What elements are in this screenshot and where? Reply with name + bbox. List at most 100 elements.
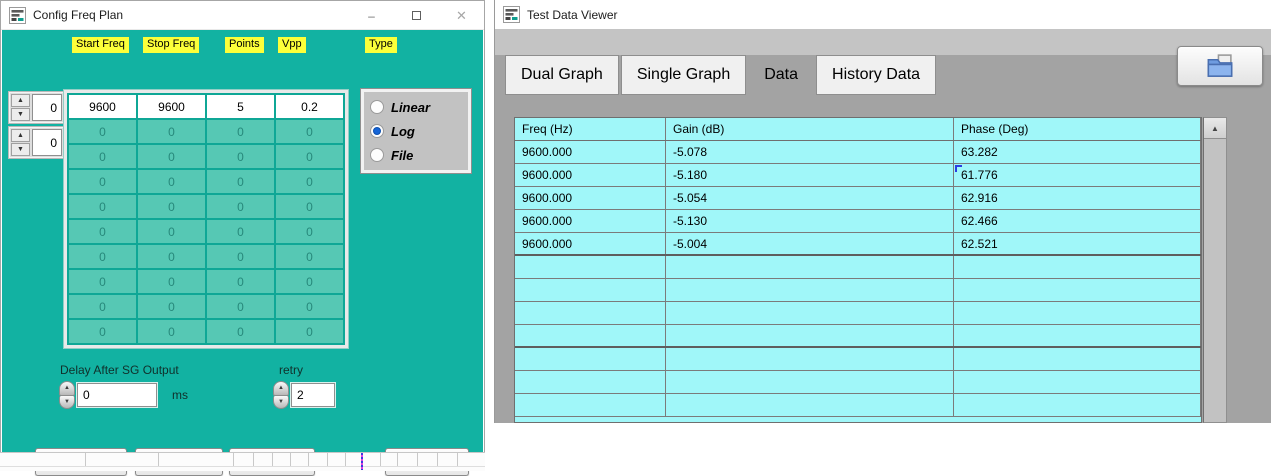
freq-table-cell-r2-c3[interactable]: 0 [276, 145, 343, 168]
tab-history-data[interactable]: History Data [816, 55, 936, 95]
freq-table-cell-r9-c1[interactable]: 0 [138, 320, 205, 343]
table-cell-r0-c0[interactable]: 9600.000 [515, 141, 666, 163]
table-cell-r5-c0[interactable] [515, 256, 666, 278]
table-cell-r11-c0[interactable] [515, 394, 666, 416]
freq-table-cell-r6-c1[interactable]: 0 [138, 245, 205, 268]
freq-table-cell-r2-c1[interactable]: 0 [138, 145, 205, 168]
freq-table-cell-r2-c2[interactable]: 0 [207, 145, 274, 168]
table-cell-r9-c0[interactable] [515, 348, 666, 370]
table-cell-r5-c1[interactable] [666, 256, 954, 278]
type-option-file[interactable]: File [370, 148, 462, 163]
table-cell-r2-c2[interactable]: 62.916 [954, 187, 1201, 209]
freq-table-cell-r4-c1[interactable]: 0 [138, 195, 205, 218]
table-cell-r0-c1[interactable]: -5.078 [666, 141, 954, 163]
table-cell-r3-c2[interactable]: 62.466 [954, 210, 1201, 232]
freq-table-cell-r3-c3[interactable]: 0 [276, 170, 343, 193]
freq-table-cell-r8-c2[interactable]: 0 [207, 295, 274, 318]
table-cell-r8-c2[interactable] [954, 325, 1201, 346]
table-cell-r0-c2[interactable]: 63.282 [954, 141, 1201, 163]
type-option-linear[interactable]: Linear [370, 100, 462, 115]
table-cell-r8-c1[interactable] [666, 325, 954, 346]
table-cell-r11-c1[interactable] [666, 394, 954, 416]
table-cell-r4-c1[interactable]: -5.004 [666, 233, 954, 254]
freq-table-cell-r1-c1[interactable]: 0 [138, 120, 205, 143]
close-button[interactable]: ✕ [439, 1, 484, 30]
freq-table-cell-r4-c0[interactable]: 0 [69, 195, 136, 218]
table-cell-r5-c2[interactable] [954, 256, 1201, 278]
table-cell-r7-c2[interactable] [954, 302, 1201, 324]
maximize-button[interactable] [394, 1, 439, 30]
freq-table-cell-r0-c0[interactable]: 9600 [69, 95, 136, 118]
table-cell-r11-c2[interactable] [954, 394, 1201, 416]
side-spinner-value[interactable]: 0 [32, 129, 62, 156]
spinner-down-button[interactable]: ▼ [11, 143, 30, 156]
table-cell-r1-c1[interactable]: -5.180 [666, 164, 954, 186]
table-cell-r10-c0[interactable] [515, 371, 666, 393]
freq-table-cell-r9-c3[interactable]: 0 [276, 320, 343, 343]
tab-single-graph[interactable]: Single Graph [621, 55, 746, 95]
table-cell-r3-c1[interactable]: -5.130 [666, 210, 954, 232]
freq-table-cell-r3-c0[interactable]: 0 [69, 170, 136, 193]
freq-table-cell-r8-c1[interactable]: 0 [138, 295, 205, 318]
type-option-log[interactable]: Log [370, 124, 462, 139]
table-cell-r10-c2[interactable] [954, 371, 1201, 393]
freq-table-cell-r2-c0[interactable]: 0 [69, 145, 136, 168]
freq-table-cell-r7-c0[interactable]: 0 [69, 270, 136, 293]
side-spinner-value[interactable]: 0 [32, 94, 62, 121]
table-cell-r7-c1[interactable] [666, 302, 954, 324]
delay-increment-button[interactable]: ▲ [59, 381, 75, 396]
freq-table-cell-r0-c2[interactable]: 5 [207, 95, 274, 118]
minimize-button[interactable]: – [349, 1, 394, 30]
freq-table-cell-r7-c3[interactable]: 0 [276, 270, 343, 293]
tab-dual-graph[interactable]: Dual Graph [505, 55, 619, 95]
freq-table-cell-r5-c3[interactable]: 0 [276, 220, 343, 243]
table-cell-r10-c1[interactable] [666, 371, 954, 393]
table-scrollbar[interactable]: ▲ [1203, 117, 1227, 423]
table-cell-r6-c0[interactable] [515, 279, 666, 301]
freq-table-cell-r8-c3[interactable]: 0 [276, 295, 343, 318]
scroll-up-button[interactable]: ▲ [1204, 118, 1226, 139]
spinner-up-button[interactable]: ▲ [11, 129, 30, 142]
freq-table-cell-r4-c2[interactable]: 0 [207, 195, 274, 218]
load-data-button[interactable] [1177, 46, 1263, 86]
freq-table-cell-r0-c1[interactable]: 9600 [138, 95, 205, 118]
retry-input[interactable]: 2 [291, 383, 335, 407]
freq-table-cell-r0-c3[interactable]: 0.2 [276, 95, 343, 118]
freq-table-cell-r5-c0[interactable]: 0 [69, 220, 136, 243]
freq-table-cell-r1-c3[interactable]: 0 [276, 120, 343, 143]
freq-table-cell-r9-c0[interactable]: 0 [69, 320, 136, 343]
table-cell-r9-c1[interactable] [666, 348, 954, 370]
table-cell-r2-c1[interactable]: -5.054 [666, 187, 954, 209]
spinner-down-button[interactable]: ▼ [11, 108, 30, 121]
freq-table-cell-r7-c1[interactable]: 0 [138, 270, 205, 293]
table-cell-r1-c2[interactable]: 61.776 [954, 164, 1201, 186]
freq-table-cell-r6-c2[interactable]: 0 [207, 245, 274, 268]
retry-increment-button[interactable]: ▲ [273, 381, 289, 396]
table-cell-r8-c0[interactable] [515, 325, 666, 346]
freq-table-cell-r5-c1[interactable]: 0 [138, 220, 205, 243]
table-cell-r2-c0[interactable]: 9600.000 [515, 187, 666, 209]
freq-table-cell-r8-c0[interactable]: 0 [69, 295, 136, 318]
freq-table-cell-r1-c2[interactable]: 0 [207, 120, 274, 143]
freq-table-cell-r3-c2[interactable]: 0 [207, 170, 274, 193]
spinner-up-button[interactable]: ▲ [11, 94, 30, 107]
retry-decrement-button[interactable]: ▼ [273, 396, 289, 410]
table-cell-r4-c0[interactable]: 9600.000 [515, 233, 666, 254]
delay-input[interactable]: 0 [77, 383, 157, 407]
radio-file[interactable] [370, 148, 384, 162]
table-cell-r6-c1[interactable] [666, 279, 954, 301]
tab-data[interactable]: Data [748, 55, 814, 95]
freq-table-cell-r5-c2[interactable]: 0 [207, 220, 274, 243]
freq-table-cell-r1-c0[interactable]: 0 [69, 120, 136, 143]
table-cell-r4-c2[interactable]: 62.521 [954, 233, 1201, 254]
freq-table-cell-r3-c1[interactable]: 0 [138, 170, 205, 193]
freq-table-cell-r6-c0[interactable]: 0 [69, 245, 136, 268]
table-cell-r3-c0[interactable]: 9600.000 [515, 210, 666, 232]
radio-linear[interactable] [370, 100, 384, 114]
freq-table-cell-r6-c3[interactable]: 0 [276, 245, 343, 268]
table-cell-r6-c2[interactable] [954, 279, 1201, 301]
delay-decrement-button[interactable]: ▼ [59, 396, 75, 410]
table-cell-r1-c0[interactable]: 9600.000 [515, 164, 666, 186]
radio-log-selected[interactable] [370, 124, 384, 138]
freq-table-cell-r7-c2[interactable]: 0 [207, 270, 274, 293]
